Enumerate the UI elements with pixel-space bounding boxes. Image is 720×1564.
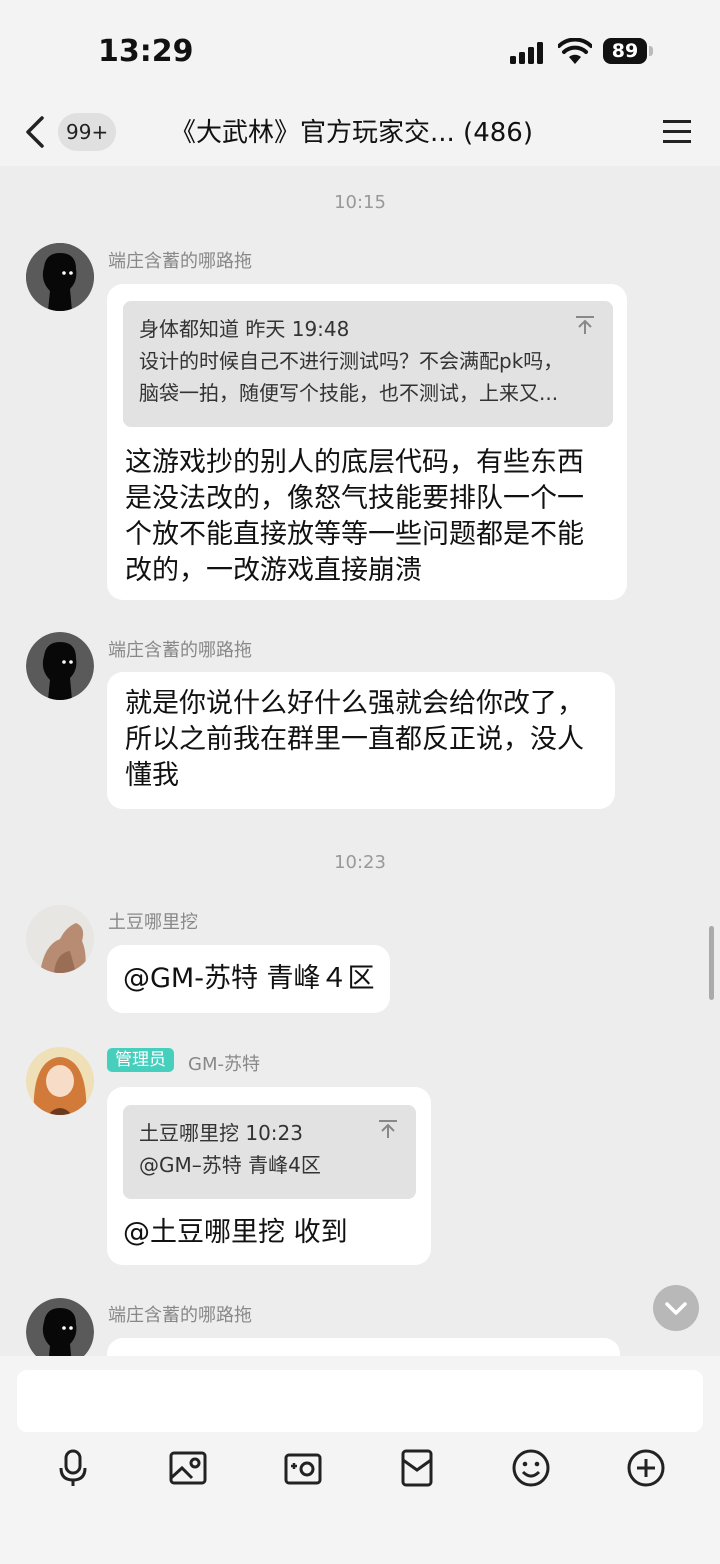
- message-line: 这游戏抄的别人的底层代码，有些东西: [125, 447, 584, 478]
- avatar[interactable]: [26, 1047, 94, 1115]
- red-packet-icon[interactable]: [397, 1448, 437, 1488]
- chevron-down-icon: [665, 1302, 687, 1315]
- chat-header: 99+ 《大武林》官方玩家交... (486): [0, 100, 720, 166]
- sender-name: 端庄含蓄的哪路拖: [108, 640, 252, 661]
- plus-icon[interactable]: [626, 1448, 666, 1488]
- camera-icon[interactable]: [283, 1448, 323, 1488]
- back-chevron-icon[interactable]: [22, 114, 50, 150]
- silhouette-avatar-icon: [26, 243, 94, 311]
- silhouette-avatar-icon: [26, 632, 94, 700]
- menu-icon[interactable]: [662, 116, 692, 146]
- message-bubble[interactable]: @GM-苏特 青峰４区: [107, 945, 390, 1013]
- message-line: 就是你说什么好什么强就会给你改了，: [125, 688, 584, 719]
- quoted-message[interactable]: 土豆哪里挖 10:23 @GM–苏特 青峰4区: [123, 1105, 416, 1199]
- message-line: 改的，一改游戏直接崩溃: [125, 555, 422, 586]
- message-bubble[interactable]: 土豆哪里挖 10:23 @GM–苏特 青峰4区 @土豆哪里挖 收到: [107, 1087, 431, 1265]
- message-bubble[interactable]: 就是你说什么好什么强就会给你改了， 所以之前我在群里一直都反正说，没人 懂我: [107, 672, 615, 809]
- chat-title[interactable]: 《大武林》官方玩家交... (486): [170, 112, 590, 149]
- jump-to-quote-icon[interactable]: [378, 1119, 398, 1139]
- composer-area: [0, 1356, 720, 1564]
- quoted-message[interactable]: 身体都知道 昨天 19:48 设计的时候自己不进行测试吗？不会满配pk吗， 脑袋…: [123, 301, 613, 427]
- message-bubble[interactable]: 身体都知道 昨天 19:48 设计的时候自己不进行测试吗？不会满配pk吗， 脑袋…: [107, 284, 627, 600]
- quote-line: 脑袋一拍，随便写个技能，也不测试，上来又...: [139, 381, 559, 405]
- message-line: 懂我: [125, 760, 179, 791]
- wifi-icon: [558, 38, 592, 64]
- anime-avatar: [26, 1047, 94, 1115]
- status-time: 13:29: [98, 34, 194, 69]
- message-line: 所以之前我在群里一直都反正说，没人: [125, 724, 584, 755]
- message-line: 个放不能直接放等等一些问题都是不能: [125, 519, 584, 550]
- emoji-icon[interactable]: [511, 1448, 551, 1488]
- status-bar: 13:29 89: [0, 0, 720, 100]
- admin-role-badge: 管理员: [107, 1048, 174, 1072]
- sender-name: GM-苏特: [188, 1054, 260, 1075]
- scrollbar-thumb[interactable]: [709, 926, 714, 1000]
- battery-nub: [649, 46, 653, 56]
- sender-name: 端庄含蓄的哪路拖: [108, 251, 252, 272]
- quote-line: @GM–苏特 青峰4区: [139, 1153, 321, 1177]
- message-input[interactable]: [17, 1370, 703, 1432]
- quote-header: 身体都知道 昨天 19:48: [139, 317, 350, 341]
- battery-indicator: 89: [603, 38, 647, 64]
- photo-avatar: [26, 905, 94, 973]
- cellular-signal-icon: [510, 42, 543, 64]
- message-line: 是没法改的，像怒气技能要排队一个一: [125, 483, 584, 514]
- avatar[interactable]: [26, 905, 94, 973]
- timestamp: 10:23: [334, 852, 386, 873]
- avatar[interactable]: [26, 243, 94, 311]
- sender-name: 土豆哪里挖: [108, 912, 198, 933]
- sender-name: 端庄含蓄的哪路拖: [108, 1305, 252, 1326]
- message-line: @GM-苏特 青峰４区: [123, 963, 375, 994]
- microphone-icon[interactable]: [53, 1448, 93, 1488]
- avatar[interactable]: [26, 632, 94, 700]
- unread-count-badge[interactable]: 99+: [58, 113, 117, 151]
- quote-line: 设计的时候自己不进行测试吗？不会满配pk吗，: [139, 349, 564, 373]
- message-line: @土豆哪里挖 收到: [123, 1217, 348, 1248]
- quote-header: 土豆哪里挖 10:23: [139, 1121, 303, 1145]
- scroll-to-bottom-button[interactable]: [653, 1285, 699, 1331]
- timestamp: 10:15: [334, 192, 386, 213]
- jump-to-quote-icon[interactable]: [575, 315, 595, 335]
- image-icon[interactable]: [168, 1448, 208, 1488]
